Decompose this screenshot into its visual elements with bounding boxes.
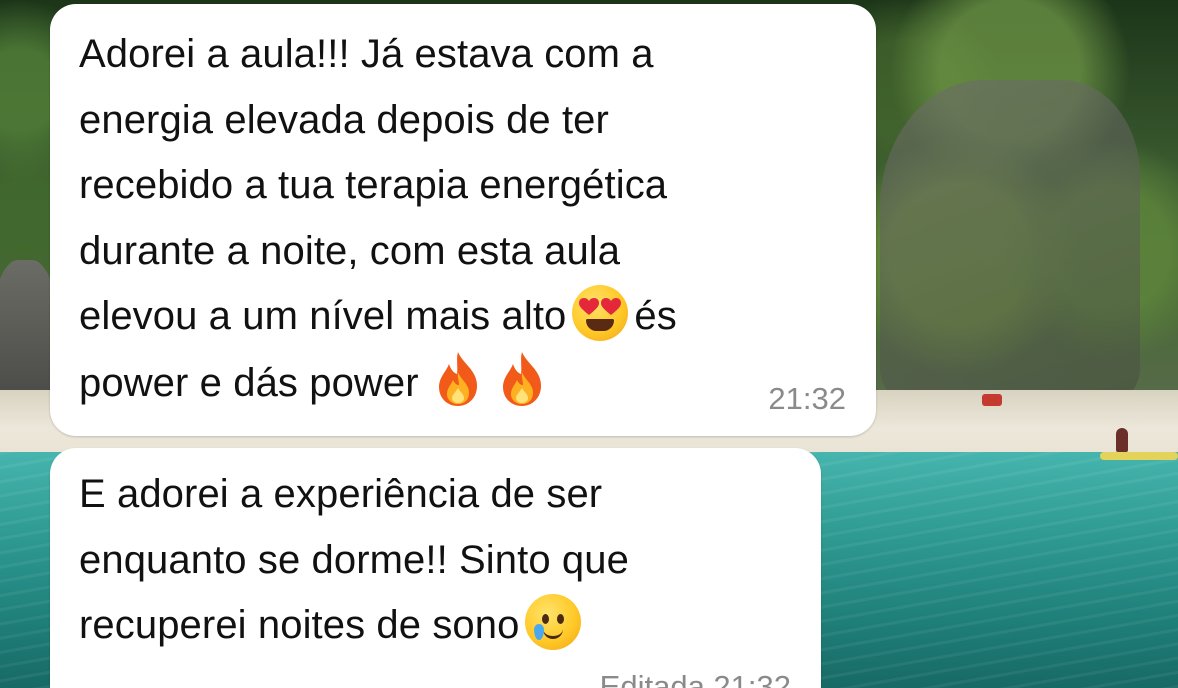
fire-shape-icon bbox=[502, 351, 541, 406]
message-bubble[interactable]: E adorei a experiência de ser enquanto s… bbox=[50, 448, 821, 688]
chat-screen: Adorei a aula!!! Já estava com a energia… bbox=[0, 0, 1178, 688]
message-text-part: Adorei a aula!!! Já estava com a energia… bbox=[79, 32, 668, 338]
emoji-mouth bbox=[586, 319, 615, 331]
emoji-eye bbox=[542, 614, 550, 624]
message-timestamp: Editada 21:32 bbox=[599, 669, 791, 688]
message-text: E adorei a experiência de ser enquanto s… bbox=[79, 462, 793, 659]
message-bubble[interactable]: Adorei a aula!!! Já estava com a energia… bbox=[50, 4, 876, 436]
wallpaper-rock bbox=[880, 80, 1140, 400]
wallpaper-boat bbox=[1100, 452, 1178, 460]
emoji-eye bbox=[557, 614, 565, 624]
wallpaper-kayak bbox=[982, 394, 1002, 406]
message-text: Adorei a aula!!! Já estava com a energia… bbox=[79, 22, 848, 416]
heart-eye-left-icon bbox=[579, 298, 600, 315]
wallpaper-person bbox=[1116, 428, 1128, 452]
fire-shape-icon bbox=[438, 351, 477, 406]
emoji-smile bbox=[543, 628, 564, 639]
fire-icon bbox=[433, 350, 483, 408]
smiling-face-with-heart-eyes-icon bbox=[572, 285, 629, 341]
message-timestamp: 21:32 bbox=[768, 381, 846, 416]
smiling-face-with-tear-icon bbox=[525, 594, 582, 650]
heart-eye-right-icon bbox=[601, 298, 622, 315]
fire-icon bbox=[497, 350, 547, 408]
tear-drop-icon bbox=[534, 624, 545, 640]
